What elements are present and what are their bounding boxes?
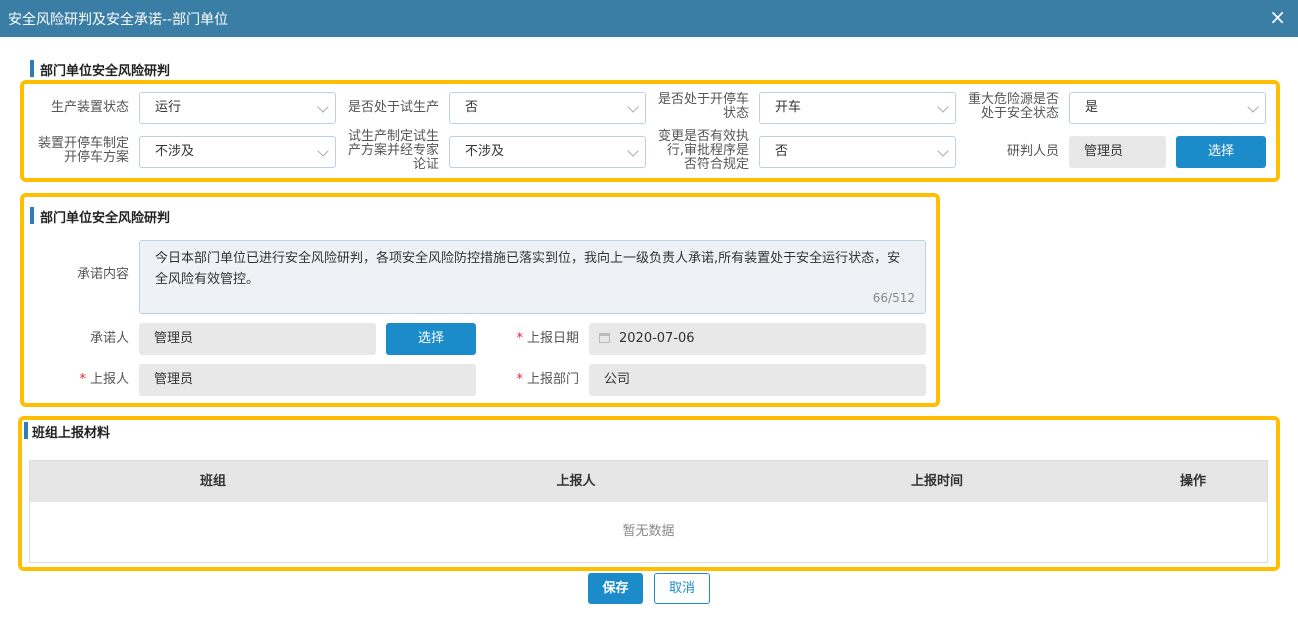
reporter-value: 管理员 (139, 364, 476, 396)
column-header-team: 班组 (199, 474, 226, 489)
dialog-titlebar: 安全风险研判及安全承诺--部门单位 × (0, 0, 1298, 37)
judge-select-button[interactable]: 选择 (1176, 136, 1266, 168)
label-line: 论证 (412, 157, 439, 172)
chevron-down-icon (1247, 101, 1259, 113)
column-header-actions: 操作 (1179, 474, 1206, 489)
select-value: 不涉及 (155, 144, 195, 159)
select-trial-production[interactable]: 否 (449, 92, 646, 124)
table-empty-text: 暂无数据 (622, 524, 675, 539)
label-change-execution: 变更是否有效执 行,审批程序是 否符合规定 (646, 130, 749, 172)
label-report-dept: * 上报部门 (476, 373, 579, 387)
table-header: 班组 上报人 上报时间 操作 (30, 461, 1267, 502)
chevron-down-icon (627, 101, 639, 113)
label-hazard-source: 重大危险源是否 处于安全状态 (956, 93, 1059, 121)
calendar-icon (599, 333, 610, 343)
label-production-status: 生产装置状态 (50, 100, 129, 115)
close-icon[interactable]: × (1269, 7, 1286, 27)
label-line: 变更是否有效执 (657, 129, 749, 144)
required-mark: * (79, 372, 86, 387)
chevron-down-icon (317, 101, 329, 113)
select-production-status[interactable]: 运行 (139, 92, 336, 124)
promiser-value: 管理员 (139, 323, 376, 355)
label-start-stop-plan: 装置开停车制定 开停车方案 (25, 137, 129, 165)
section-risk-title: 部门单位安全风险研判 (30, 60, 170, 79)
commit-content-textarea[interactable]: 今日本部门单位已进行安全风险研判，各项安全风险防控措施已落实到位，我向上一级负责… (139, 240, 926, 314)
select-value: 开车 (775, 100, 802, 115)
label-trial-production: 是否处于试生产 (347, 100, 439, 115)
char-counter: 66/512 (872, 291, 915, 305)
team-materials-table: 班组 上报人 上报时间 操作 暂无数据 (29, 460, 1268, 563)
label-line: 开停车方案 (63, 150, 129, 165)
select-start-stop-status[interactable]: 开车 (759, 92, 956, 124)
dialog-title: 安全风险研判及安全承诺--部门单位 (8, 12, 229, 28)
select-value: 否 (775, 144, 789, 159)
select-value: 运行 (155, 100, 182, 115)
label-line: 否符合规定 (683, 157, 749, 172)
label-line: 装置开停车制定 (37, 136, 129, 151)
label-line: 重大危险源是否 (967, 92, 1059, 107)
textarea-line: 全风险有效管控。 (155, 272, 260, 287)
section-team-title: 班组上报材料 (24, 422, 110, 441)
select-value: 否 (465, 100, 479, 115)
select-value: 不涉及 (465, 144, 505, 159)
label-line: 行,审批程序是 (666, 143, 749, 158)
select-change-execution[interactable]: 否 (759, 136, 956, 168)
column-header-reporter: 上报人 (556, 474, 596, 489)
label-trial-plan: 试生产制定试生 产方案并经专家 论证 (336, 130, 439, 172)
required-mark: * (516, 331, 523, 346)
select-hazard-source[interactable]: 是 (1069, 92, 1266, 124)
judge-person-value: 管理员 (1069, 136, 1166, 168)
label-judge-person: 研判人员 (1006, 144, 1059, 159)
column-header-report-time: 上报时间 (910, 474, 963, 489)
section-commitment-title: 部门单位安全风险研判 (30, 207, 170, 226)
label-line: 试生产制定试生 (347, 129, 439, 144)
cancel-button[interactable]: 取消 (654, 573, 710, 604)
required-mark: * (516, 372, 523, 387)
label-text: 上报人 (89, 372, 129, 387)
select-value: 是 (1085, 100, 1099, 115)
label-line: 是否处于开停车 (657, 92, 749, 107)
chevron-down-icon (317, 145, 329, 157)
label-line: 处于安全状态 (980, 106, 1059, 121)
chevron-down-icon (627, 145, 639, 157)
report-dept-value: 公司 (589, 364, 926, 396)
textarea-line: 今日本部门单位已进行安全风险研判，各项安全风险防控措施已落实到位，我向上一级负责… (155, 251, 901, 266)
label-text: 上报日期 (526, 331, 579, 346)
label-report-date: * 上报日期 (476, 332, 579, 346)
label-commit-content: 承诺内容 (76, 267, 129, 282)
report-date-value: 2020-07-06 (619, 331, 695, 346)
label-text: 上报部门 (526, 372, 579, 387)
report-date-field[interactable]: 2020-07-06 (589, 323, 926, 355)
promiser-select-button[interactable]: 选择 (386, 323, 476, 355)
chevron-down-icon (937, 101, 949, 113)
select-start-stop-plan[interactable]: 不涉及 (139, 136, 336, 168)
select-trial-plan[interactable]: 不涉及 (449, 136, 646, 168)
label-line: 状态 (722, 106, 749, 121)
label-promiser: 承诺人 (89, 331, 129, 346)
chevron-down-icon (937, 145, 949, 157)
label-start-stop-status: 是否处于开停车 状态 (646, 93, 749, 121)
save-button[interactable]: 保存 (588, 573, 643, 604)
label-line: 产方案并经专家 (347, 143, 439, 158)
label-reporter: * 上报人 (25, 373, 129, 387)
